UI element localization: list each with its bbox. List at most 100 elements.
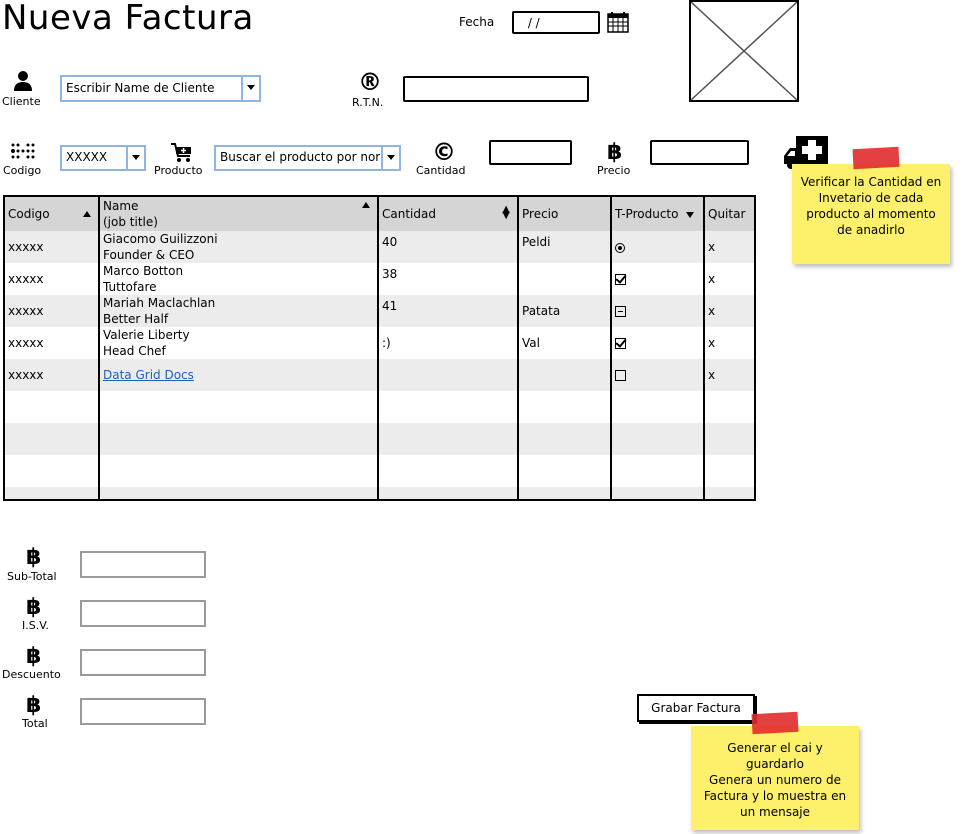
producto-combobox[interactable]: Buscar el producto por nom	[214, 145, 401, 171]
data-grid-docs-link[interactable]: Data Grid Docs	[103, 368, 221, 382]
cell-precio: Peldi	[517, 231, 611, 263]
bitcoin-icon: ฿	[26, 644, 42, 669]
cell-codigo: xxxxx	[5, 295, 99, 327]
cell-precio: Patata	[517, 295, 611, 327]
table-row[interactable]: xxxxx Data Grid Docs x	[5, 359, 754, 391]
cliente-combobox[interactable]: Escribir Name de Cliente	[60, 75, 261, 102]
remove-button[interactable]: x	[703, 295, 754, 327]
chevron-down-icon[interactable]	[126, 147, 144, 169]
bitcoin-icon: ฿	[26, 693, 42, 718]
subtotal-label: Sub-Total	[7, 570, 57, 583]
table-row[interactable]: xxxxx Marco Botton Tuttofare 38 x	[5, 263, 754, 295]
barcode-icon	[10, 142, 36, 160]
cell-precio	[517, 359, 611, 391]
table-row-empty	[5, 391, 754, 423]
cell-tproducto	[610, 359, 704, 391]
tape-decoration	[751, 711, 799, 735]
data-grid[interactable]: Codigo Name (job title) Cantidad ▲ ▼ Preci…	[3, 195, 756, 501]
isv-field[interactable]	[80, 600, 206, 627]
column-header-precio[interactable]: Precio	[517, 197, 611, 231]
cell-codigo: xxxxx	[8, 272, 44, 286]
cliente-combo-value: Escribir Name de Cliente	[66, 81, 215, 95]
grabar-factura-button[interactable]: Grabar Factura	[637, 694, 755, 722]
column-header-name[interactable]: Name (job title)	[98, 197, 378, 231]
checkbox[interactable]	[615, 370, 626, 381]
remove-button[interactable]: x	[703, 327, 754, 359]
total-label: Total	[22, 717, 48, 730]
codigo-combobox[interactable]: XXXXX	[60, 145, 146, 171]
sort-down-icon[interactable]	[678, 207, 694, 221]
calendar-icon[interactable]	[607, 11, 629, 33]
table-row-empty	[5, 455, 754, 487]
cell-codigo: xxxxx	[5, 359, 99, 391]
page-title: Nueva Factura	[2, 0, 254, 38]
isv-label: I.S.V.	[22, 619, 49, 632]
cell-cantidad	[377, 359, 518, 391]
sticky-note-grabar: Generar el cai y guardarlo Genera un num…	[691, 726, 859, 830]
bitcoin-icon: ฿	[26, 595, 42, 620]
cell-cantidad: 40	[377, 231, 518, 263]
sticky-note-inventario: Verificar la Cantidad en Invetario de ca…	[792, 164, 950, 264]
codigo-label: Codigo	[3, 164, 42, 177]
cell-codigo: xxxxx	[5, 231, 99, 263]
tape-decoration	[852, 146, 900, 170]
remove-button[interactable]: x	[703, 359, 754, 391]
descuento-field[interactable]	[80, 649, 206, 676]
cell-cantidad: 41	[377, 295, 518, 327]
fecha-value: / /	[524, 16, 540, 30]
subtotal-field[interactable]	[80, 551, 206, 578]
table-row[interactable]: xxxxx Giacomo Guilizzoni Founder & CEO 40…	[5, 231, 754, 263]
precio-label: Precio	[597, 164, 631, 177]
registered-icon: ®	[358, 68, 382, 96]
radio-button[interactable]	[615, 242, 625, 253]
cell-name: Mariah Maclachlan Better Half	[98, 295, 378, 327]
checkbox-indeterminate[interactable]	[615, 306, 626, 317]
cell-name: Data Grid Docs	[98, 359, 378, 391]
image-placeholder	[689, 0, 799, 102]
cell-tproducto	[610, 327, 704, 359]
cell-name: Marco Botton Tuttofare	[98, 263, 378, 295]
table-row[interactable]: xxxxx Valerie Liberty Head Chef :) Val x	[5, 327, 754, 359]
table-row-empty	[5, 487, 754, 499]
bitcoin-icon: ฿	[26, 545, 42, 570]
cell-precio	[517, 263, 611, 295]
bitcoin-icon: ฿	[607, 140, 623, 165]
cell-name: Valerie Liberty Head Chef	[98, 327, 378, 359]
checkbox[interactable]	[615, 338, 626, 349]
remove-button[interactable]: x	[703, 231, 754, 263]
descuento-label: Descuento	[2, 668, 61, 681]
column-header-quitar[interactable]: Quitar	[703, 197, 754, 231]
column-header-cantidad[interactable]: Cantidad ▲ ▼	[377, 197, 518, 231]
table-row-empty	[5, 423, 754, 455]
codigo-combo-value: XXXXX	[66, 150, 108, 164]
cantidad-input[interactable]	[489, 140, 572, 165]
rtn-label: R.T.N.	[352, 96, 384, 109]
cell-name: Giacomo Guilizzoni Founder & CEO	[98, 231, 378, 263]
rtn-input[interactable]	[403, 76, 589, 102]
cart-add-icon	[170, 142, 194, 164]
cantidad-label: Cantidad	[416, 164, 466, 177]
chevron-down-icon[interactable]	[241, 77, 259, 100]
table-row[interactable]: xxxxx Mariah Maclachlan Better Half 41 Pa…	[5, 295, 754, 327]
cell-cantidad: 38	[377, 263, 518, 295]
sort-icon[interactable]: ▲ ▼	[502, 205, 510, 221]
user-icon	[13, 70, 33, 92]
cell-tproducto	[610, 295, 704, 327]
column-header-codigo[interactable]: Codigo	[5, 197, 99, 231]
copyright-icon: ©	[432, 138, 456, 166]
checkbox[interactable]	[615, 274, 626, 285]
producto-combo-value: Buscar el producto por nom	[220, 150, 380, 164]
producto-label: Producto	[154, 164, 203, 177]
precio-input[interactable]	[650, 140, 749, 165]
chevron-down-icon[interactable]	[381, 147, 399, 169]
column-header-tproducto[interactable]: T-Producto	[610, 197, 704, 231]
total-field[interactable]	[80, 698, 206, 725]
cell-tproducto	[610, 263, 704, 295]
cell-tproducto	[610, 231, 704, 263]
cell-codigo: xxxxx	[8, 336, 44, 350]
remove-button[interactable]: x	[703, 263, 754, 295]
cell-precio: Val	[517, 327, 611, 359]
cliente-label: Cliente	[2, 95, 41, 108]
fecha-label: Fecha	[459, 15, 495, 29]
fecha-input[interactable]: / /	[512, 11, 600, 34]
